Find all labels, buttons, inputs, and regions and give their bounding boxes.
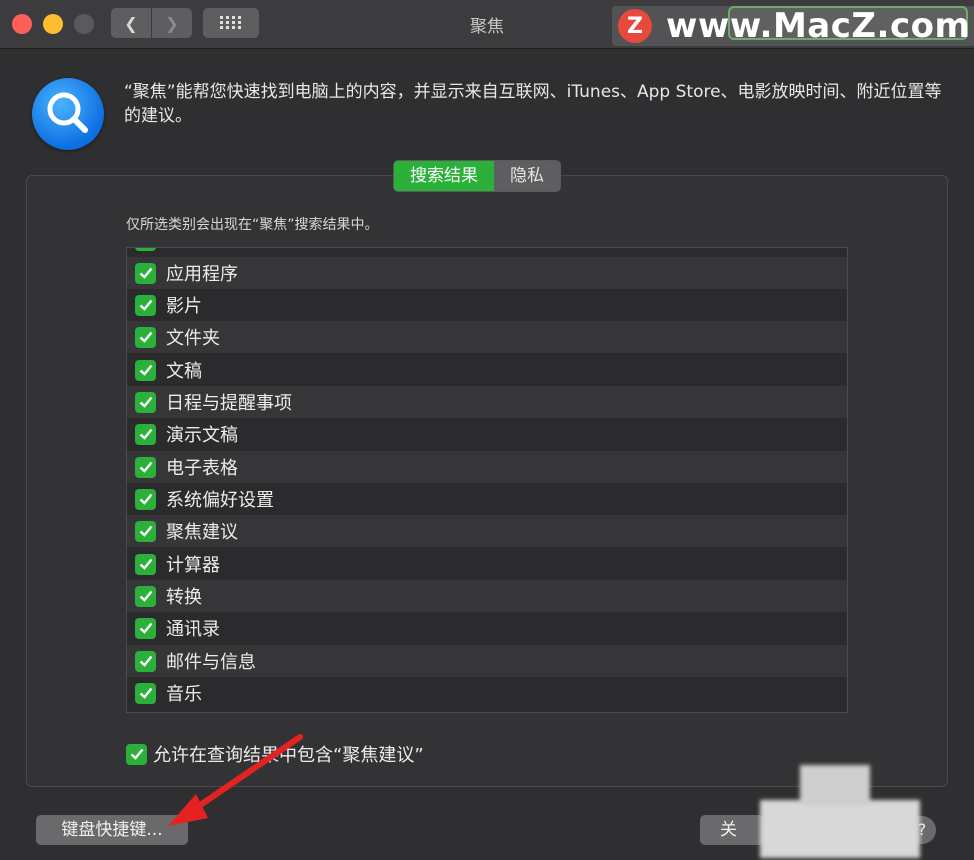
checkbox[interactable] bbox=[135, 359, 156, 381]
checkbox[interactable] bbox=[135, 520, 156, 542]
checkmark-icon bbox=[139, 655, 152, 667]
redaction-block bbox=[800, 765, 870, 805]
list-item[interactable]: 演示文稿 bbox=[127, 418, 847, 450]
list-item-partial bbox=[127, 248, 847, 256]
checkbox[interactable] bbox=[135, 262, 156, 284]
checkbox[interactable] bbox=[135, 682, 156, 704]
checkmark-icon bbox=[130, 748, 143, 760]
list-item[interactable]: 转换 bbox=[127, 580, 847, 612]
list-item[interactable]: 应用程序 bbox=[127, 257, 847, 289]
checkbox[interactable] bbox=[135, 617, 156, 639]
checkmark-icon bbox=[139, 267, 152, 279]
checkmark-icon bbox=[139, 461, 152, 473]
list-item-label: 聚焦建议 bbox=[166, 522, 238, 543]
list-item[interactable]: 通讯录 bbox=[127, 612, 847, 644]
list-item-label: 邮件与信息 bbox=[166, 652, 256, 673]
allow-suggestions-label: 允许在查询结果中包含“聚焦建议” bbox=[153, 745, 424, 766]
checkmark-icon bbox=[139, 428, 152, 440]
list-item-label: 电子表格 bbox=[166, 458, 238, 479]
checkbox[interactable] bbox=[135, 326, 156, 348]
watermark: Z www.MacZ.com bbox=[612, 6, 974, 46]
checkmark-icon bbox=[139, 364, 152, 376]
list-item[interactable]: 日程与提醒事项 bbox=[127, 386, 847, 418]
intro-text: “聚焦”能帮您快速找到电脑上的内容，并显示来自互联网、iTunes、App St… bbox=[124, 82, 942, 126]
watermark-logo: Z bbox=[618, 9, 652, 43]
category-list[interactable]: 应用程序 影片 文件夹 文稿 日程与提醒事项 演示文稿 电子表格 系统偏好设置 … bbox=[126, 247, 848, 713]
tab-search-results[interactable]: 搜索结果 bbox=[394, 161, 494, 191]
allow-suggestions-option[interactable]: 允许在查询结果中包含“聚焦建议” bbox=[126, 741, 424, 767]
checkbox[interactable] bbox=[135, 248, 156, 251]
tab-privacy[interactable]: 隐私 bbox=[494, 161, 560, 191]
list-item-label: 计算器 bbox=[166, 555, 220, 576]
checkmark-icon bbox=[139, 558, 152, 570]
title-bar: ❮ ❯ 聚焦 Z www.MacZ.com bbox=[0, 0, 974, 49]
checkbox[interactable] bbox=[135, 650, 156, 672]
list-item[interactable]: 计算器 bbox=[127, 548, 847, 580]
checkmark-icon bbox=[139, 493, 152, 505]
list-item-label: 影片 bbox=[166, 296, 202, 317]
list-item[interactable]: 音乐 bbox=[127, 677, 847, 709]
checkbox[interactable] bbox=[135, 294, 156, 316]
list-item[interactable]: 系统偏好设置 bbox=[127, 483, 847, 515]
checkmark-icon bbox=[139, 525, 152, 537]
checkmark-icon bbox=[139, 299, 152, 311]
checkbox[interactable] bbox=[135, 488, 156, 510]
list-item[interactable]: 邮件与信息 bbox=[127, 645, 847, 677]
spotlight-icon bbox=[32, 78, 104, 150]
list-item-label: 文稿 bbox=[166, 361, 202, 382]
checkbox[interactable] bbox=[135, 553, 156, 575]
checkmark-icon bbox=[139, 396, 152, 408]
magnifier-icon bbox=[47, 92, 88, 133]
list-item-label: 文件夹 bbox=[166, 328, 220, 349]
category-hint: 仅所选类别会出现在“聚焦”搜索结果中。 bbox=[126, 217, 379, 233]
keyboard-shortcuts-button[interactable]: 键盘快捷键... bbox=[36, 815, 188, 845]
list-item[interactable]: 电子表格 bbox=[127, 451, 847, 483]
checkbox[interactable] bbox=[135, 423, 156, 445]
checkmark-icon bbox=[139, 622, 152, 634]
list-item-label: 应用程序 bbox=[166, 264, 238, 285]
list-item-label: 转换 bbox=[166, 587, 202, 608]
list-item-label: 日程与提醒事项 bbox=[166, 393, 292, 414]
list-item[interactable]: 文稿 bbox=[127, 354, 847, 386]
checkmark-icon bbox=[139, 331, 152, 343]
list-item[interactable]: 文件夹 bbox=[127, 321, 847, 353]
list-item-label: 音乐 bbox=[166, 684, 202, 705]
list-item-label: 演示文稿 bbox=[166, 425, 238, 446]
tab-bar: 搜索结果 隐私 bbox=[393, 160, 561, 192]
checkbox[interactable] bbox=[135, 391, 156, 413]
list-item[interactable]: 影片 bbox=[127, 289, 847, 321]
checkmark-icon bbox=[139, 590, 152, 602]
list-item[interactable]: 聚焦建议 bbox=[127, 515, 847, 547]
watermark-text: www.MacZ.com bbox=[666, 6, 971, 46]
checkmark-icon bbox=[139, 687, 152, 699]
redaction-block bbox=[760, 800, 920, 858]
allow-suggestions-checkbox[interactable] bbox=[126, 743, 147, 765]
about-button-partial[interactable]: 关 bbox=[700, 815, 764, 845]
list-item-label: 系统偏好设置 bbox=[166, 490, 274, 511]
list-item-label: 通讯录 bbox=[166, 619, 220, 640]
checkbox[interactable] bbox=[135, 585, 156, 607]
checkbox[interactable] bbox=[135, 456, 156, 478]
